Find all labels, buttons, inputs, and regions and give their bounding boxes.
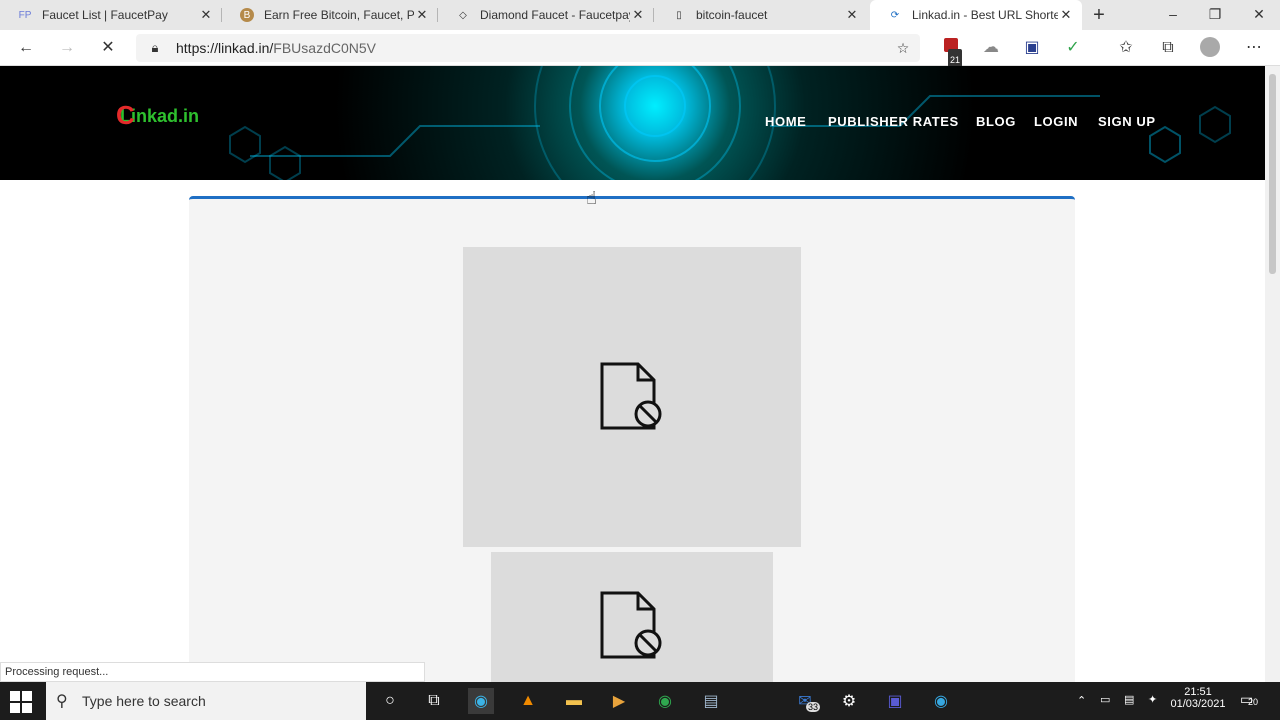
site-header: C Linkad.in HOME PUBLISHER RATES BLOG LO… [0, 66, 1265, 180]
close-window-button[interactable]: ✕ [1238, 0, 1280, 30]
close-tab-icon[interactable]: ✕ [414, 7, 430, 23]
nav-login[interactable]: LOGIN [1034, 114, 1078, 129]
scrollbar-thumb[interactable] [1269, 74, 1276, 274]
chevron-up-icon[interactable]: ⌃ [1077, 694, 1086, 707]
tab-diamond-faucet[interactable]: ◇ Diamond Faucet - Faucetpay Li ✕ [438, 0, 654, 30]
tab-title: Earn Free Bitcoin, Faucet, PTC A [264, 8, 414, 22]
tab-title: Diamond Faucet - Faucetpay Li [480, 8, 630, 22]
nav-sign-up[interactable]: SIGN UP [1098, 114, 1156, 129]
close-tab-icon[interactable]: ✕ [630, 7, 646, 23]
taskbar: ⚲ Type here to search ○ ⧉ ◉ ▲ ▬ ▶ ◉ ▤ ✉ 3… [0, 682, 1280, 720]
media-player-icon[interactable]: ▶ [606, 688, 632, 714]
add-favorite-icon[interactable]: ☆ [892, 37, 914, 59]
search-placeholder: Type here to search [82, 693, 206, 709]
nav-blog[interactable]: BLOG [976, 114, 1016, 129]
battery-icon[interactable]: ▭ [1100, 693, 1110, 706]
web-page: C Linkad.in HOME PUBLISHER RATES BLOG LO… [0, 66, 1265, 682]
file-explorer-icon[interactable]: ▬ [561, 688, 587, 714]
site-logo[interactable]: C Linkad.in [116, 100, 199, 130]
restore-button[interactable]: ❐ [1194, 0, 1236, 30]
chrome-icon[interactable]: ◉ [652, 688, 678, 714]
status-bar: Processing request... [0, 662, 425, 682]
document-favicon-icon: ▯ [676, 9, 682, 21]
clock[interactable]: 21:51 01/03/2021 [1168, 686, 1228, 710]
extension-icon[interactable]: ☁ [980, 37, 1002, 59]
edge-icon[interactable]: ◉ [928, 688, 954, 714]
bitcoin-favicon-icon: B [240, 8, 254, 22]
tab-linkad[interactable]: ⟳ Linkad.in - Best URL Shortener ✕ [870, 0, 1082, 30]
settings-gear-icon[interactable]: ⚙ [836, 688, 862, 714]
new-tab-button[interactable]: + [1088, 4, 1110, 26]
back-button[interactable]: ← [15, 37, 37, 59]
forward-button[interactable]: → [56, 37, 78, 59]
nav-home[interactable]: HOME [765, 114, 806, 129]
browser-toolbar: ← → ✕ 🔒︎ https://linkad.in/FBUsazdC0N5V … [0, 30, 1280, 71]
minimize-button[interactable]: – [1152, 0, 1194, 30]
tab-earn-bitcoin[interactable]: B Earn Free Bitcoin, Faucet, PTC A ✕ [222, 0, 438, 30]
task-view-icon[interactable]: ⧉ [421, 688, 447, 714]
loading-spinner-icon: ⟳ [890, 9, 900, 21]
tab-title: Faucet List | FaucetPay [42, 8, 168, 22]
notifications-icon[interactable]: ▭ 20 [1240, 691, 1258, 708]
extension-icon[interactable]: ▣ [1021, 37, 1043, 59]
extension-check-icon[interactable]: ✓ [1062, 37, 1084, 59]
app-icon[interactable]: ▣ [882, 688, 908, 714]
faucetpay-favicon-icon: FP [18, 9, 32, 21]
profile-avatar[interactable] [1199, 37, 1221, 59]
dropbox-icon[interactable]: ✦ [1148, 693, 1157, 706]
extension-icon[interactable]: 21 [940, 37, 963, 71]
edge-icon[interactable]: ◉ [468, 688, 494, 714]
nav-publisher-rates[interactable]: PUBLISHER RATES [828, 114, 959, 129]
favorites-icon[interactable]: ✩ [1115, 37, 1137, 59]
vlc-icon[interactable]: ▲ [515, 688, 541, 714]
taskbar-search[interactable]: ⚲ Type here to search [46, 682, 366, 720]
address-bar[interactable]: 🔒︎ https://linkad.in/FBUsazdC0N5V ☆ [136, 34, 920, 62]
close-tab-icon[interactable]: ✕ [844, 7, 860, 23]
content-card [189, 196, 1075, 682]
close-tab-icon[interactable]: ✕ [198, 7, 214, 23]
collections-icon[interactable]: ⧉ [1157, 37, 1179, 59]
tab-bitcoin-faucet[interactable]: ▯ bitcoin-faucet ✕ [654, 0, 868, 30]
mail-icon[interactable]: ✉ 33 [792, 688, 821, 714]
tab-strip: FP Faucet List | FaucetPay ✕ B Earn Free… [0, 0, 1280, 30]
blocked-document-icon [600, 591, 662, 658]
blocked-ad-frame [463, 247, 801, 547]
url-text[interactable]: https://linkad.in/FBUsazdC0N5V [176, 40, 376, 56]
tab-faucetpay[interactable]: FP Faucet List | FaucetPay ✕ [0, 0, 222, 30]
search-icon: ⚲ [56, 693, 68, 710]
stop-loading-button[interactable]: ✕ [97, 37, 119, 59]
diamond-favicon-icon: ◇ [459, 9, 467, 21]
lock-icon[interactable]: 🔒︎ [144, 37, 166, 59]
cortana-icon[interactable]: ○ [377, 688, 403, 714]
more-menu-icon[interactable]: ⋯ [1243, 37, 1265, 59]
close-tab-icon[interactable]: ✕ [1058, 7, 1074, 23]
blocked-ad-frame [491, 552, 773, 682]
blocked-document-icon [600, 362, 662, 430]
tab-title: Linkad.in - Best URL Shortener [912, 8, 1058, 22]
tab-title: bitcoin-faucet [696, 8, 768, 22]
page-scrollbar[interactable] [1265, 66, 1280, 682]
network-icon[interactable]: ▤ [1124, 693, 1134, 706]
windows-start-icon[interactable] [10, 691, 32, 713]
hand-cursor-icon: ☝ [586, 188, 597, 208]
app-icon[interactable]: ▤ [698, 688, 724, 714]
